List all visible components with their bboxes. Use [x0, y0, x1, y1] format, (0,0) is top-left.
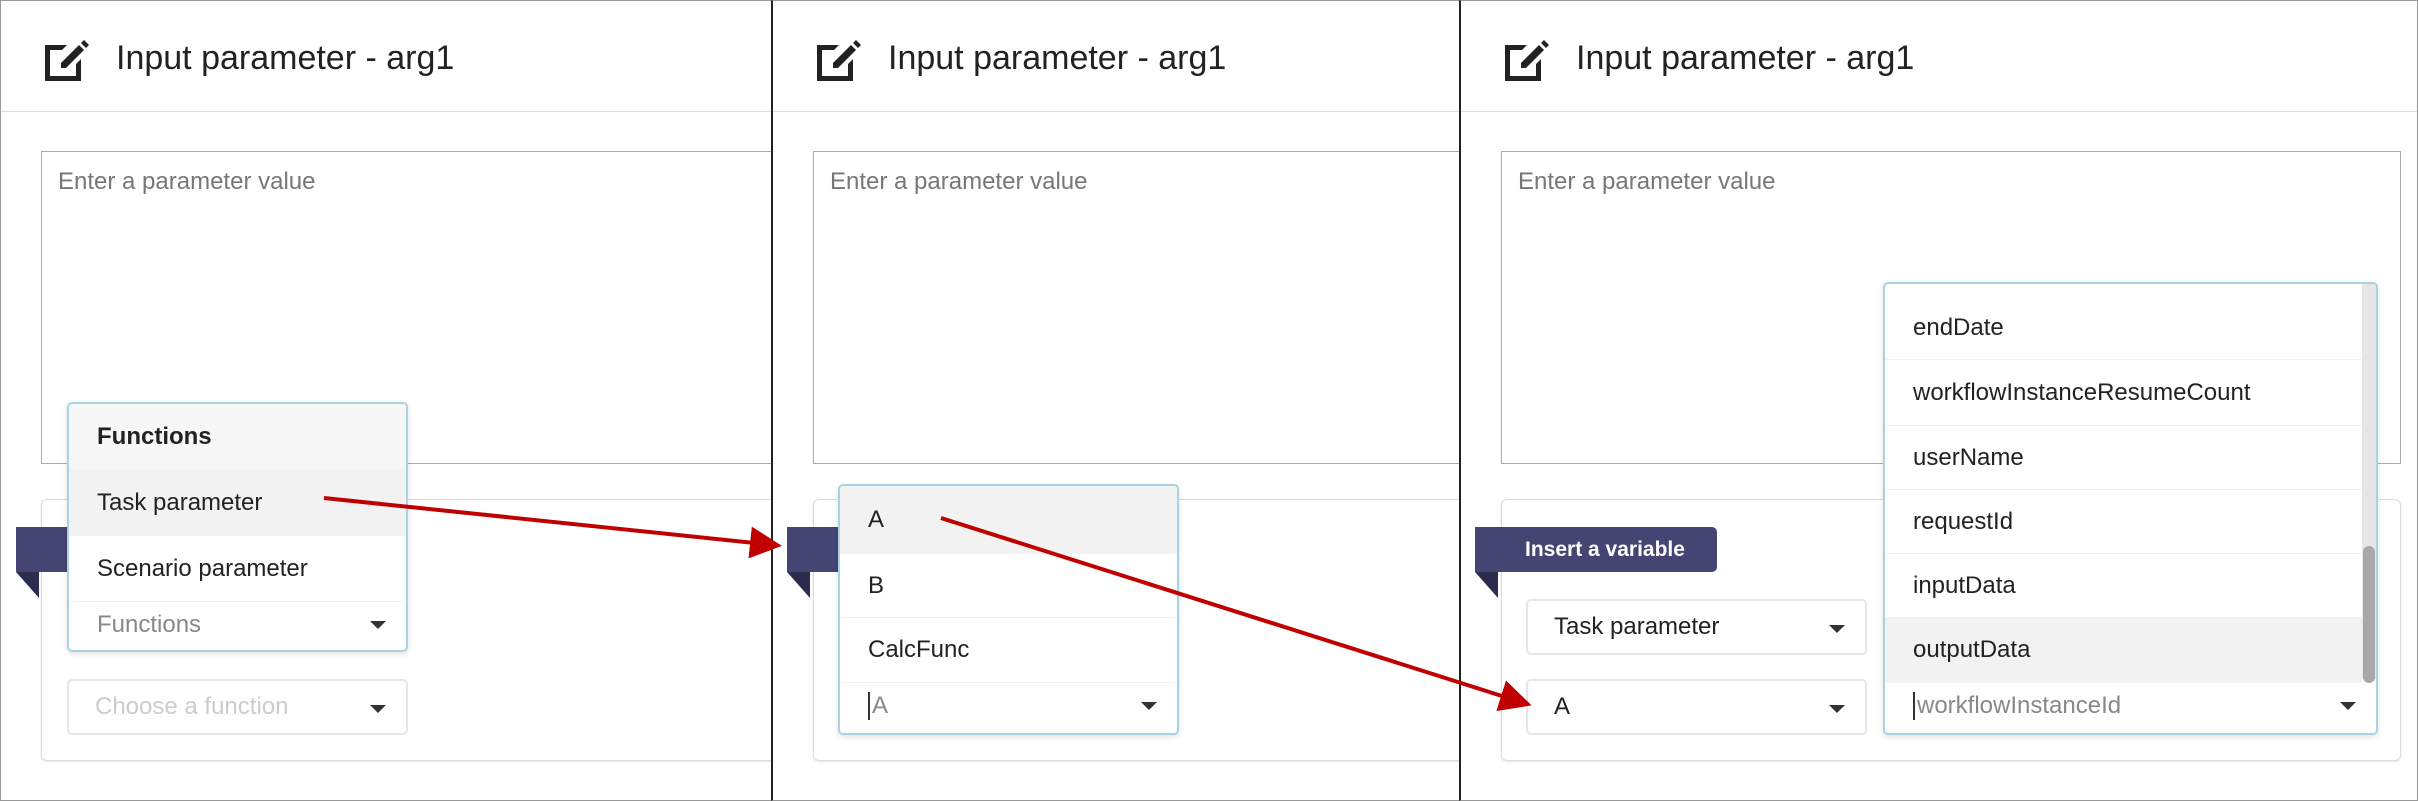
annotation-arrows — [323, 496, 1532, 711]
arrow-1 — [323, 496, 782, 559]
arrow-2 — [940, 516, 1532, 711]
